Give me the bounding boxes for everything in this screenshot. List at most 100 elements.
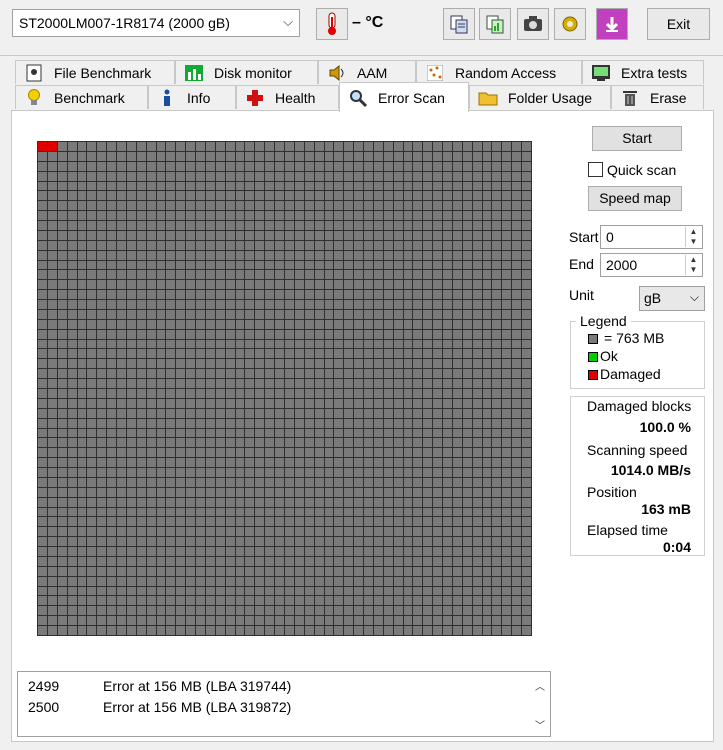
scan-block [403,201,413,211]
scan-block [107,438,117,448]
speed-map-button[interactable]: Speed map [588,186,682,211]
scan-block [38,250,47,260]
scan-block [107,517,117,527]
chevron-down-icon: ⌵ [689,290,699,304]
scan-block [205,468,215,477]
copy-info-icon[interactable] [479,8,511,40]
spinner-arrows-icon[interactable]: ▲ ▼ [685,227,701,247]
scan-block [294,547,304,556]
tab-aam[interactable]: AAM [318,60,416,84]
scan-block [97,507,107,517]
scan-block [373,428,383,438]
scan-block [383,616,393,626]
tab-disk-monitor[interactable]: Disk monitor [175,60,318,84]
scan-block [462,201,472,211]
chevron-up-icon[interactable]: ︿ [530,678,550,693]
scan-block [403,260,413,270]
scan-block [492,389,502,398]
scan-block [354,171,364,181]
scan-block [304,547,314,556]
scan-block [38,290,47,300]
tab-file-benchmark[interactable]: File Benchmark [15,60,175,84]
scan-block [126,300,136,309]
spinner-arrows-icon[interactable]: ▲ ▼ [685,255,701,275]
error-log-list[interactable]: 2499 Error at 156 MB (LBA 319744) 2500 E… [17,671,551,737]
scan-block [245,201,255,211]
scan-block [324,626,334,635]
log-scrollbar[interactable]: ︿ ﹀ [530,672,550,736]
scan-block [294,280,304,290]
scan-block [245,438,255,448]
scan-block [285,606,294,616]
scan-block [364,359,373,369]
scan-block [472,438,482,448]
scan-block [443,151,452,161]
thermometer-icon[interactable] [316,8,348,40]
chevron-down-icon[interactable]: ﹀ [530,717,550,732]
scan-block [334,161,344,171]
scan-block [97,487,107,497]
start-input[interactable]: 0 ▲ ▼ [600,225,703,249]
scan-block [452,438,462,448]
tab-erase[interactable]: Erase [611,85,704,109]
scan-block [225,221,235,230]
scan-block [522,221,531,230]
scan-block [354,566,364,576]
scan-block [423,606,433,616]
scan-block [492,171,502,181]
start-button[interactable]: Start [592,126,682,151]
scan-block [255,616,265,626]
scan-block [57,191,67,201]
scan-block [235,428,245,438]
quick-scan-checkbox[interactable] [588,162,603,177]
scan-block [38,260,47,270]
exit-button[interactable]: Exit [647,8,710,40]
scan-block [245,260,255,270]
scan-block [156,181,166,191]
scan-block [304,349,314,359]
scan-block [364,398,373,408]
tab-extra-tests[interactable]: Extra tests [582,60,704,84]
screenshot-icon[interactable] [517,8,549,40]
scan-block [393,300,403,309]
tab-info[interactable]: Info [148,85,236,109]
tab-benchmark[interactable]: Benchmark [15,85,148,109]
options-icon[interactable] [554,8,586,40]
drive-select[interactable]: ST2000LM007-1R8174 (2000 gB) ⌵ [12,9,300,37]
tab-health[interactable]: Health [236,85,339,109]
scan-block [324,398,334,408]
scan-block [245,507,255,517]
scan-block [255,576,265,586]
save-icon[interactable] [596,8,628,40]
scan-block [413,566,423,576]
scan-block [156,270,166,280]
tab-random-access[interactable]: Random Access [416,60,582,84]
copy-text-icon[interactable] [443,8,475,40]
scan-block [472,616,482,626]
scan-block [482,606,492,616]
scan-block [146,547,156,556]
scan-block [364,270,373,280]
scan-block [265,181,275,191]
end-input[interactable]: 2000 ▲ ▼ [600,253,703,277]
scan-block [462,270,472,280]
scan-block [472,221,482,230]
tab-error-scan[interactable]: Error Scan [339,82,469,112]
unit-select[interactable]: gB ⌵ [639,286,705,311]
scan-block [215,448,225,458]
scan-block [413,230,423,240]
scan-block [344,626,354,635]
scan-block [205,240,215,250]
scan-block [344,142,354,151]
scan-block [344,507,354,517]
scan-block [522,547,531,556]
scan-block [492,586,502,596]
scan-block [126,280,136,290]
scan-block [472,359,482,369]
scan-block [512,300,522,309]
tab-folder-usage[interactable]: Folder Usage [469,85,611,109]
scan-block [136,606,146,616]
scan-block [314,181,324,191]
scan-block [38,142,47,151]
scan-block [482,270,492,280]
